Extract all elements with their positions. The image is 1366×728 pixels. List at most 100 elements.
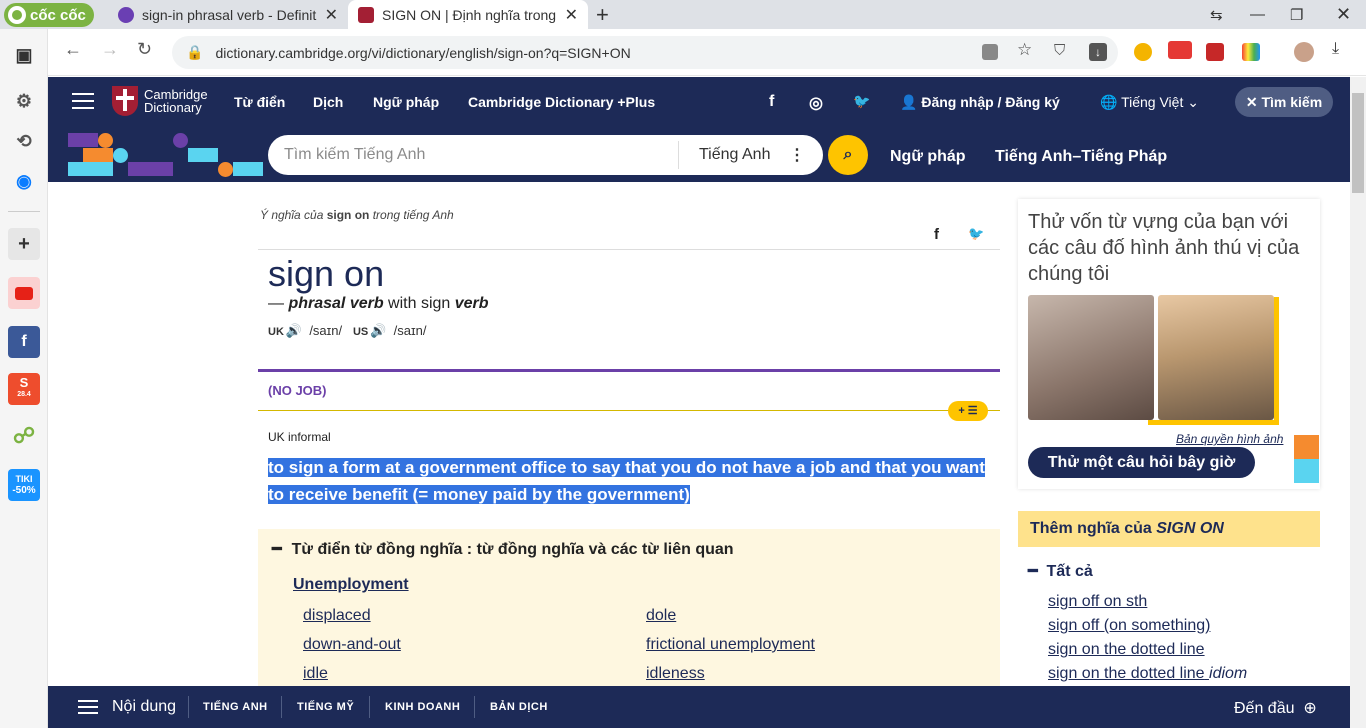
- avatar[interactable]: [1294, 42, 1314, 62]
- quiz-question: Thử vốn từ vựng của bạn với các câu đố h…: [1028, 211, 1300, 285]
- thesaurus-word[interactable]: frictional unemployment: [646, 636, 815, 654]
- nav-plus[interactable]: Cambridge Dictionary +Plus: [468, 94, 655, 110]
- maximize-button[interactable]: ❐: [1290, 0, 1303, 29]
- close-tab-icon[interactable]: ✕: [565, 5, 578, 25]
- login-link[interactable]: 👤 Đăng nhập / Đăng ký: [900, 94, 1060, 111]
- shopee-label: S: [19, 375, 29, 390]
- footer-link-american[interactable]: TIẾNG MỸ: [297, 701, 354, 713]
- messenger-icon[interactable]: ◉: [8, 165, 40, 197]
- more-all-toggle[interactable]: ━ Tất cả: [1028, 561, 1093, 581]
- search-input[interactable]: Tìm kiếm Tiếng Anh: [268, 146, 678, 164]
- divider: [188, 696, 189, 718]
- thesaurus-title[interactable]: ━ Từ điển từ đồng nghĩa : từ đồng nghĩa v…: [272, 539, 734, 559]
- add-icon[interactable]: +: [8, 228, 40, 260]
- cambridge-shield-icon: [112, 86, 138, 116]
- coccoc-logo[interactable]: cốc cốc: [4, 3, 94, 27]
- minimize-button[interactable]: —: [1250, 0, 1265, 29]
- language-select[interactable]: 🌐 Tiếng Việt ⌄: [1100, 94, 1199, 111]
- us-ipa: /saɪn/: [393, 323, 427, 338]
- sidebar-toggle-icon[interactable]: ▣: [8, 39, 40, 71]
- thesaurus-word[interactable]: idleness: [646, 665, 705, 683]
- translate-icon[interactable]: [982, 44, 998, 60]
- divider: [474, 696, 475, 718]
- back-icon[interactable]: ←: [64, 39, 82, 60]
- close-tab-icon[interactable]: ✕: [325, 5, 338, 25]
- search-header: Tìm kiếm Tiếng Anh Tiếng Anh ⋮ ⌕ Ngữ pháp…: [48, 128, 1350, 182]
- pronunciation: UK 🔊 /saɪn/ US 🔊 /saɪn/: [268, 323, 426, 339]
- url-field[interactable]: 🔒 dictionary.cambridge.org/vi/dictionary…: [172, 36, 1118, 69]
- scrollbar[interactable]: [1350, 77, 1366, 728]
- close-window-button[interactable]: ✕: [1336, 0, 1351, 29]
- cambridge-logo[interactable]: Cambridge Dictionary: [112, 86, 208, 116]
- download-ext-icon[interactable]: ↓: [1089, 43, 1107, 61]
- history-icon[interactable]: ⟲: [8, 125, 40, 157]
- hippo-image: [1028, 295, 1154, 420]
- add-to-list-button[interactable]: + ☰: [948, 401, 988, 421]
- nav-dictionary[interactable]: Từ điển: [234, 94, 285, 110]
- tab-sign-in[interactable]: sign-in phrasal verb - Definiti ✕: [108, 0, 348, 29]
- forward-icon[interactable]: →: [101, 39, 119, 60]
- arrow-up-icon: ⊕: [1303, 700, 1317, 717]
- back-to-top[interactable]: Đến đầu ⊕: [1234, 698, 1317, 718]
- site-header: Cambridge Dictionary Từ điển Dịch Ngữ phá…: [48, 77, 1350, 128]
- extension-icon[interactable]: [1206, 43, 1224, 61]
- new-tab-button[interactable]: +: [596, 2, 609, 28]
- tab-search-icon[interactable]: ⇆: [1210, 0, 1223, 29]
- english-french-link[interactable]: Tiếng Anh–Tiếng Pháp: [995, 148, 1167, 166]
- coccoc-ball-icon: [8, 6, 26, 24]
- search-button[interactable]: ⌕: [828, 135, 868, 175]
- quiz-button[interactable]: Thử một câu hỏi bây giờ: [1028, 447, 1255, 478]
- grammar-link[interactable]: Ngữ pháp: [890, 148, 966, 166]
- related-link[interactable]: sign on the dotted line: [1048, 641, 1205, 659]
- facebook-icon[interactable]: f: [8, 326, 40, 358]
- shopee-icon[interactable]: S 28.4: [8, 373, 40, 405]
- tab-favicon-icon: [358, 6, 374, 23]
- tab-sign-on[interactable]: SIGN ON | Định nghĩa trong T ✕: [348, 0, 588, 29]
- nav-grammar[interactable]: Ngữ pháp: [373, 94, 439, 110]
- related-link[interactable]: sign off (on something): [1048, 617, 1210, 635]
- seal-image: [1158, 295, 1274, 420]
- twitter-icon[interactable]: 🐦: [853, 93, 870, 110]
- scrollbar-thumb[interactable]: [1352, 93, 1364, 193]
- extension-icon[interactable]: [1134, 43, 1152, 61]
- contents-label[interactable]: Nội dung: [112, 698, 176, 716]
- search-toggle-button[interactable]: ✕ Tìm kiếm: [1235, 87, 1333, 117]
- definition: to sign a form at a government office to…: [268, 454, 988, 508]
- shield-icon[interactable]: ⛉: [1054, 42, 1072, 60]
- thesaurus-word[interactable]: displaced: [303, 607, 371, 625]
- thesaurus-category[interactable]: Unemployment: [293, 576, 409, 594]
- back-to-top-label: Đến đầu: [1234, 700, 1295, 717]
- thesaurus-word[interactable]: dole: [646, 607, 676, 625]
- contents-menu-icon[interactable]: [78, 700, 98, 714]
- menu-icon[interactable]: [72, 93, 94, 109]
- facebook-icon[interactable]: f: [769, 93, 774, 111]
- footer-link-english[interactable]: TIẾNG ANH: [203, 701, 268, 713]
- downloads-icon[interactable]: ⤓: [1332, 40, 1350, 58]
- coccoc-icon[interactable]: ☍: [8, 420, 40, 452]
- guideword: (NO JOB): [268, 383, 327, 398]
- related-link-idiom[interactable]: sign on the dotted line idiom: [1048, 665, 1247, 683]
- instagram-icon[interactable]: ◎: [809, 93, 823, 113]
- youtube-icon[interactable]: [8, 277, 40, 309]
- star-icon[interactable]: ☆: [1017, 40, 1035, 59]
- footer-link-business[interactable]: KINH DOANH: [385, 701, 460, 713]
- footer-link-translation[interactable]: BẢN DỊCH: [490, 701, 548, 713]
- language-label: Tiếng Việt: [1121, 94, 1184, 110]
- related-link[interactable]: sign off on sth: [1048, 593, 1147, 611]
- copyright-link[interactable]: Bản quyền hình ảnh: [1176, 432, 1283, 446]
- nav-translate[interactable]: Dịch: [313, 94, 343, 110]
- tiki-label: TIKI: [15, 474, 33, 484]
- thesaurus-word[interactable]: idle: [303, 665, 328, 683]
- thesaurus-word[interactable]: down-and-out: [303, 636, 401, 654]
- collapse-icon: ━: [272, 541, 282, 558]
- search-language-select[interactable]: Tiếng Anh ⋮: [678, 141, 823, 169]
- share-twitter-icon[interactable]: 🐦: [968, 226, 984, 242]
- new-extension-icon[interactable]: [1168, 41, 1192, 59]
- settings-icon[interactable]: ⚙: [8, 85, 40, 117]
- us-audio-icon[interactable]: 🔊: [370, 323, 386, 338]
- uk-audio-icon[interactable]: 🔊: [286, 323, 302, 338]
- tiki-icon[interactable]: TIKI -50%: [8, 469, 40, 501]
- share-facebook-icon[interactable]: f: [934, 226, 939, 243]
- extension-icon[interactable]: [1242, 43, 1260, 61]
- reload-icon[interactable]: ↻: [137, 39, 152, 60]
